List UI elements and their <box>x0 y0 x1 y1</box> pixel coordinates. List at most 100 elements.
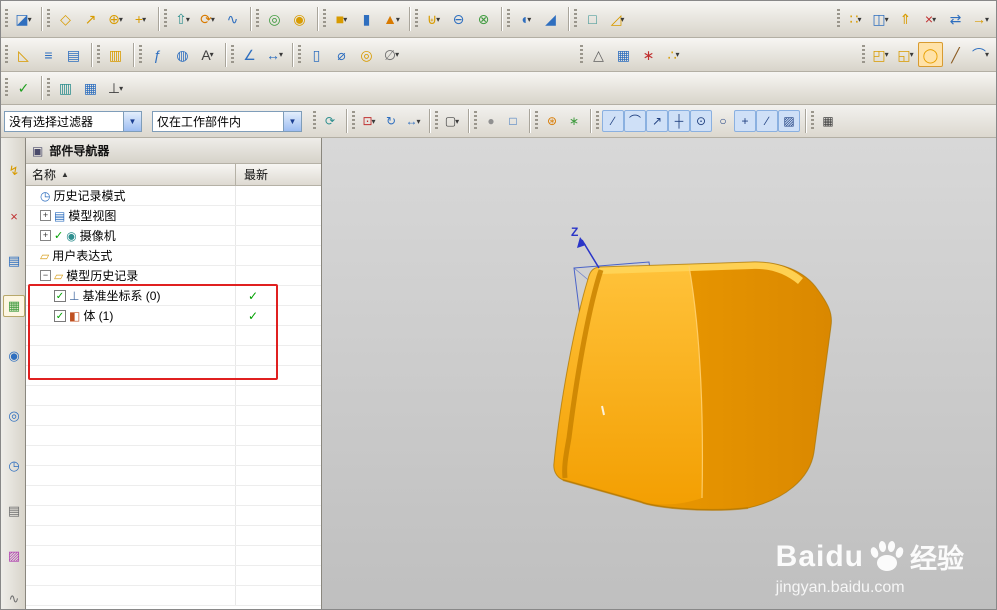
boss-icon[interactable]: ◉ <box>287 7 312 32</box>
mirror-feature-icon[interactable]: ◫ ▾ <box>868 7 893 32</box>
shaded-view-icon[interactable]: ● <box>480 110 502 132</box>
history-palette-tab[interactable]: ◎ <box>3 405 25 427</box>
intersect-icon[interactable]: ⊗ <box>471 7 496 32</box>
dropdown-caret-icon[interactable]: ▾ <box>211 15 215 24</box>
hole-icon[interactable]: ◎ <box>262 7 287 32</box>
assembly-colors-icon[interactable]: ⊛ <box>541 110 563 132</box>
cone-icon[interactable]: ▲ ▾ <box>379 7 404 32</box>
tube-icon[interactable]: ▯ <box>304 42 329 67</box>
toolbar-grip[interactable] <box>811 111 814 131</box>
dropdown-arrow-icon[interactable]: ▼ <box>123 111 141 131</box>
column-header-latest[interactable]: 最新 <box>236 166 321 183</box>
line-icon[interactable]: ╱ <box>943 42 968 67</box>
tree-item-model-views[interactable]: + ▤ 模型视图 <box>26 206 321 226</box>
toolbar-grip[interactable] <box>596 111 599 131</box>
sketch-icon[interactable]: ◪ ▾ <box>11 7 36 32</box>
dropdown-caret-icon[interactable]: ▾ <box>985 50 989 59</box>
toolbar-grip[interactable] <box>507 9 510 29</box>
measure-distance-icon[interactable]: ↔ ▾ <box>262 42 287 67</box>
dropdown-caret-icon[interactable]: ▾ <box>857 15 861 24</box>
tree-item-label[interactable]: 用户表达式 <box>52 247 112 264</box>
snap-point-icon[interactable]: + <box>734 110 756 132</box>
layer-settings-icon[interactable]: ≡ <box>36 42 61 67</box>
bounded-plane-icon[interactable]: ◱ ▾ <box>893 42 918 67</box>
extrude-icon[interactable]: ⇧ ▾ <box>170 7 195 32</box>
document-tab[interactable]: ▤ <box>3 500 25 522</box>
snap-on-face-icon[interactable]: ▨ <box>778 110 800 132</box>
toolbar-grip[interactable] <box>352 111 355 131</box>
tools-tab[interactable]: ∿ <box>3 588 25 609</box>
finish-check-icon[interactable]: ✓ <box>11 76 36 101</box>
dropdown-caret-icon[interactable]: ▾ <box>186 15 190 24</box>
move-face-icon[interactable]: → ▾ <box>968 7 993 32</box>
snap-endpoint-icon[interactable]: ∕ <box>602 110 624 132</box>
tree-item-label[interactable]: 历史记录模式 <box>53 187 125 204</box>
graphics-viewport[interactable]: Z Baidu 经验 jingyan.baidu.com <box>322 138 996 609</box>
tree-item-label[interactable]: 模型视图 <box>68 207 116 224</box>
collapse-icon[interactable]: − <box>40 270 51 281</box>
dropdown-caret-icon[interactable]: ▾ <box>436 15 440 24</box>
group-face-icon[interactable]: ◰ ▾ <box>868 42 893 67</box>
wireframe-view-icon[interactable]: □ <box>502 110 524 132</box>
unite-icon[interactable]: ⊎ ▾ <box>421 7 446 32</box>
reuse-library-tab[interactable]: ▦ <box>3 295 25 317</box>
dropdown-caret-icon[interactable]: ▾ <box>119 84 123 93</box>
visible-layers-icon[interactable]: ▦ <box>78 76 103 101</box>
dropdown-caret-icon[interactable]: ▾ <box>910 50 914 59</box>
toolbar-grip[interactable] <box>164 9 167 29</box>
panel-title-bar[interactable]: ▣ 部件导航器 <box>26 138 321 164</box>
component-group-icon[interactable]: ∗ <box>563 110 585 132</box>
dropdown-caret-icon[interactable]: ▾ <box>119 15 123 24</box>
datum-plane-icon[interactable]: ◇ <box>53 7 78 32</box>
highlight-ring-icon[interactable]: ◯ <box>918 42 943 67</box>
tree-item-user-expressions[interactable]: ▱ 用户表达式 <box>26 246 321 266</box>
point-set-icon[interactable]: ∴ ▾ <box>661 42 686 67</box>
data-table-icon[interactable]: ▦ <box>611 42 636 67</box>
tree-item-label[interactable]: 体 (1) <box>83 307 113 324</box>
toolbar-grip[interactable] <box>139 44 142 65</box>
tree-item-datum-csys[interactable]: ✓ ⊥ 基准坐标系 (0) ✓ <box>26 286 321 306</box>
dropdown-caret-icon[interactable]: ▾ <box>396 15 400 24</box>
snap-control-point-icon[interactable]: ↗ <box>646 110 668 132</box>
layer-category-icon[interactable]: ▤ <box>61 42 86 67</box>
draft-icon[interactable]: ◿ ▾ <box>605 7 630 32</box>
refresh-icon[interactable]: ⟳ <box>319 110 341 132</box>
toolbar-grip[interactable] <box>5 44 8 65</box>
datum-axis-icon[interactable]: ↗ <box>78 7 103 32</box>
pattern-grid-icon[interactable]: ∗ <box>636 42 661 67</box>
model-body[interactable] <box>553 261 832 511</box>
dropdown-caret-icon[interactable]: ▾ <box>675 50 679 59</box>
toolbar-grip[interactable] <box>47 9 50 29</box>
dropdown-caret-icon[interactable]: ▾ <box>885 15 889 24</box>
dropdown-caret-icon[interactable]: ▾ <box>885 50 889 59</box>
pattern-feature-icon[interactable]: ∷ ▾ <box>843 7 868 32</box>
expression-icon[interactable]: ƒ <box>145 42 170 67</box>
tree-item-model-history[interactable]: − ▱ 模型历史记录 <box>26 266 321 286</box>
visibility-checkbox[interactable]: ✓ <box>54 289 66 302</box>
toolbar-grip[interactable] <box>97 44 100 65</box>
part-navigator-tab[interactable]: ▤ <box>3 250 25 272</box>
edge-blend-icon[interactable]: ◖ ▾ <box>513 7 538 32</box>
toolbar-grip[interactable] <box>580 44 583 65</box>
column-header-name[interactable]: 名称 ▲ <box>26 164 236 185</box>
toolbar-grip[interactable] <box>535 111 538 131</box>
datum-csys-icon[interactable]: ⊕ ▾ <box>103 7 128 32</box>
toolbar-grip[interactable] <box>474 111 477 131</box>
sweep-icon[interactable]: ∿ <box>220 7 245 32</box>
dropdown-caret-icon[interactable]: ▾ <box>210 50 214 59</box>
dropdown-caret-icon[interactable]: ▾ <box>985 15 989 24</box>
offset-face-icon[interactable]: ⇑ <box>893 7 918 32</box>
toolbar-grip[interactable] <box>5 78 8 98</box>
dropdown-caret-icon[interactable]: ▾ <box>416 117 420 126</box>
information-icon[interactable]: ▥ <box>103 42 128 67</box>
snap-on-curve-icon[interactable]: ∕ <box>756 110 778 132</box>
block-icon[interactable]: ■ ▾ <box>329 7 354 32</box>
chamfer-icon[interactable]: ◢ <box>538 7 563 32</box>
orient-csys-icon[interactable]: ⊥ ▾ <box>103 76 128 101</box>
revolve-icon[interactable]: ⟳ ▾ <box>195 7 220 32</box>
expand-icon[interactable]: + <box>40 230 51 241</box>
tree-item-history-mode[interactable]: ◷ 历史记录模式 <box>26 186 321 206</box>
toolbar-grip[interactable] <box>5 9 8 29</box>
snap-quadrant-icon[interactable]: ○ <box>712 110 734 132</box>
grid-snap-icon[interactable]: ▦ <box>817 110 839 132</box>
